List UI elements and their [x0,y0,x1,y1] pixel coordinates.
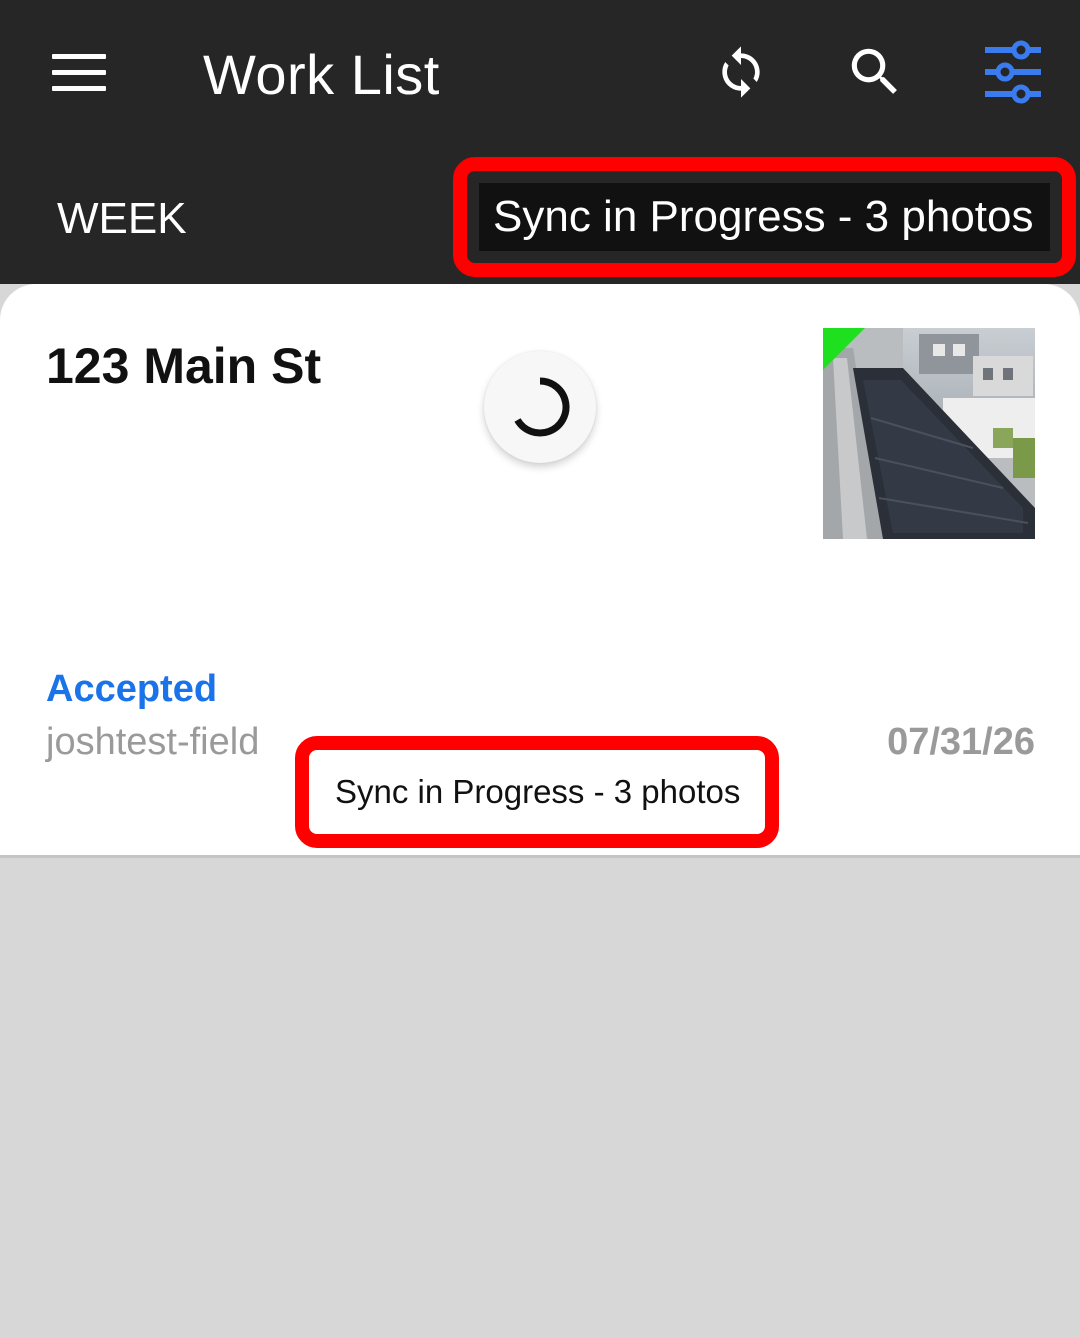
assignee-label: joshtest-field [46,721,260,763]
page-title: Work List [203,43,440,106]
loading-spinner [484,351,596,463]
tab-week[interactable]: WEEK [57,194,187,244]
status-label: Accepted [46,668,218,710]
search-icon[interactable] [843,40,907,104]
app-bar: Work List [0,0,1080,150]
sync-status-banner: Sync in Progress - 3 photos [479,183,1050,251]
work-item-card[interactable]: 123 Main St Accepted joshtest-field 07/3… [0,284,1080,858]
tab-bar: WEEK Sync in Progress - 3 photos [0,150,1080,284]
address-title: 123 Main St [46,338,322,394]
filter-sliders-icon[interactable] [980,38,1046,106]
sync-status-label: Sync in Progress - 3 photos [321,762,753,822]
job-photo-thumbnail[interactable] [823,328,1035,539]
date-label: 07/31/26 [887,721,1035,763]
menu-icon[interactable] [52,52,106,92]
sync-icon[interactable] [709,40,773,104]
empty-list-area [0,858,1080,1338]
